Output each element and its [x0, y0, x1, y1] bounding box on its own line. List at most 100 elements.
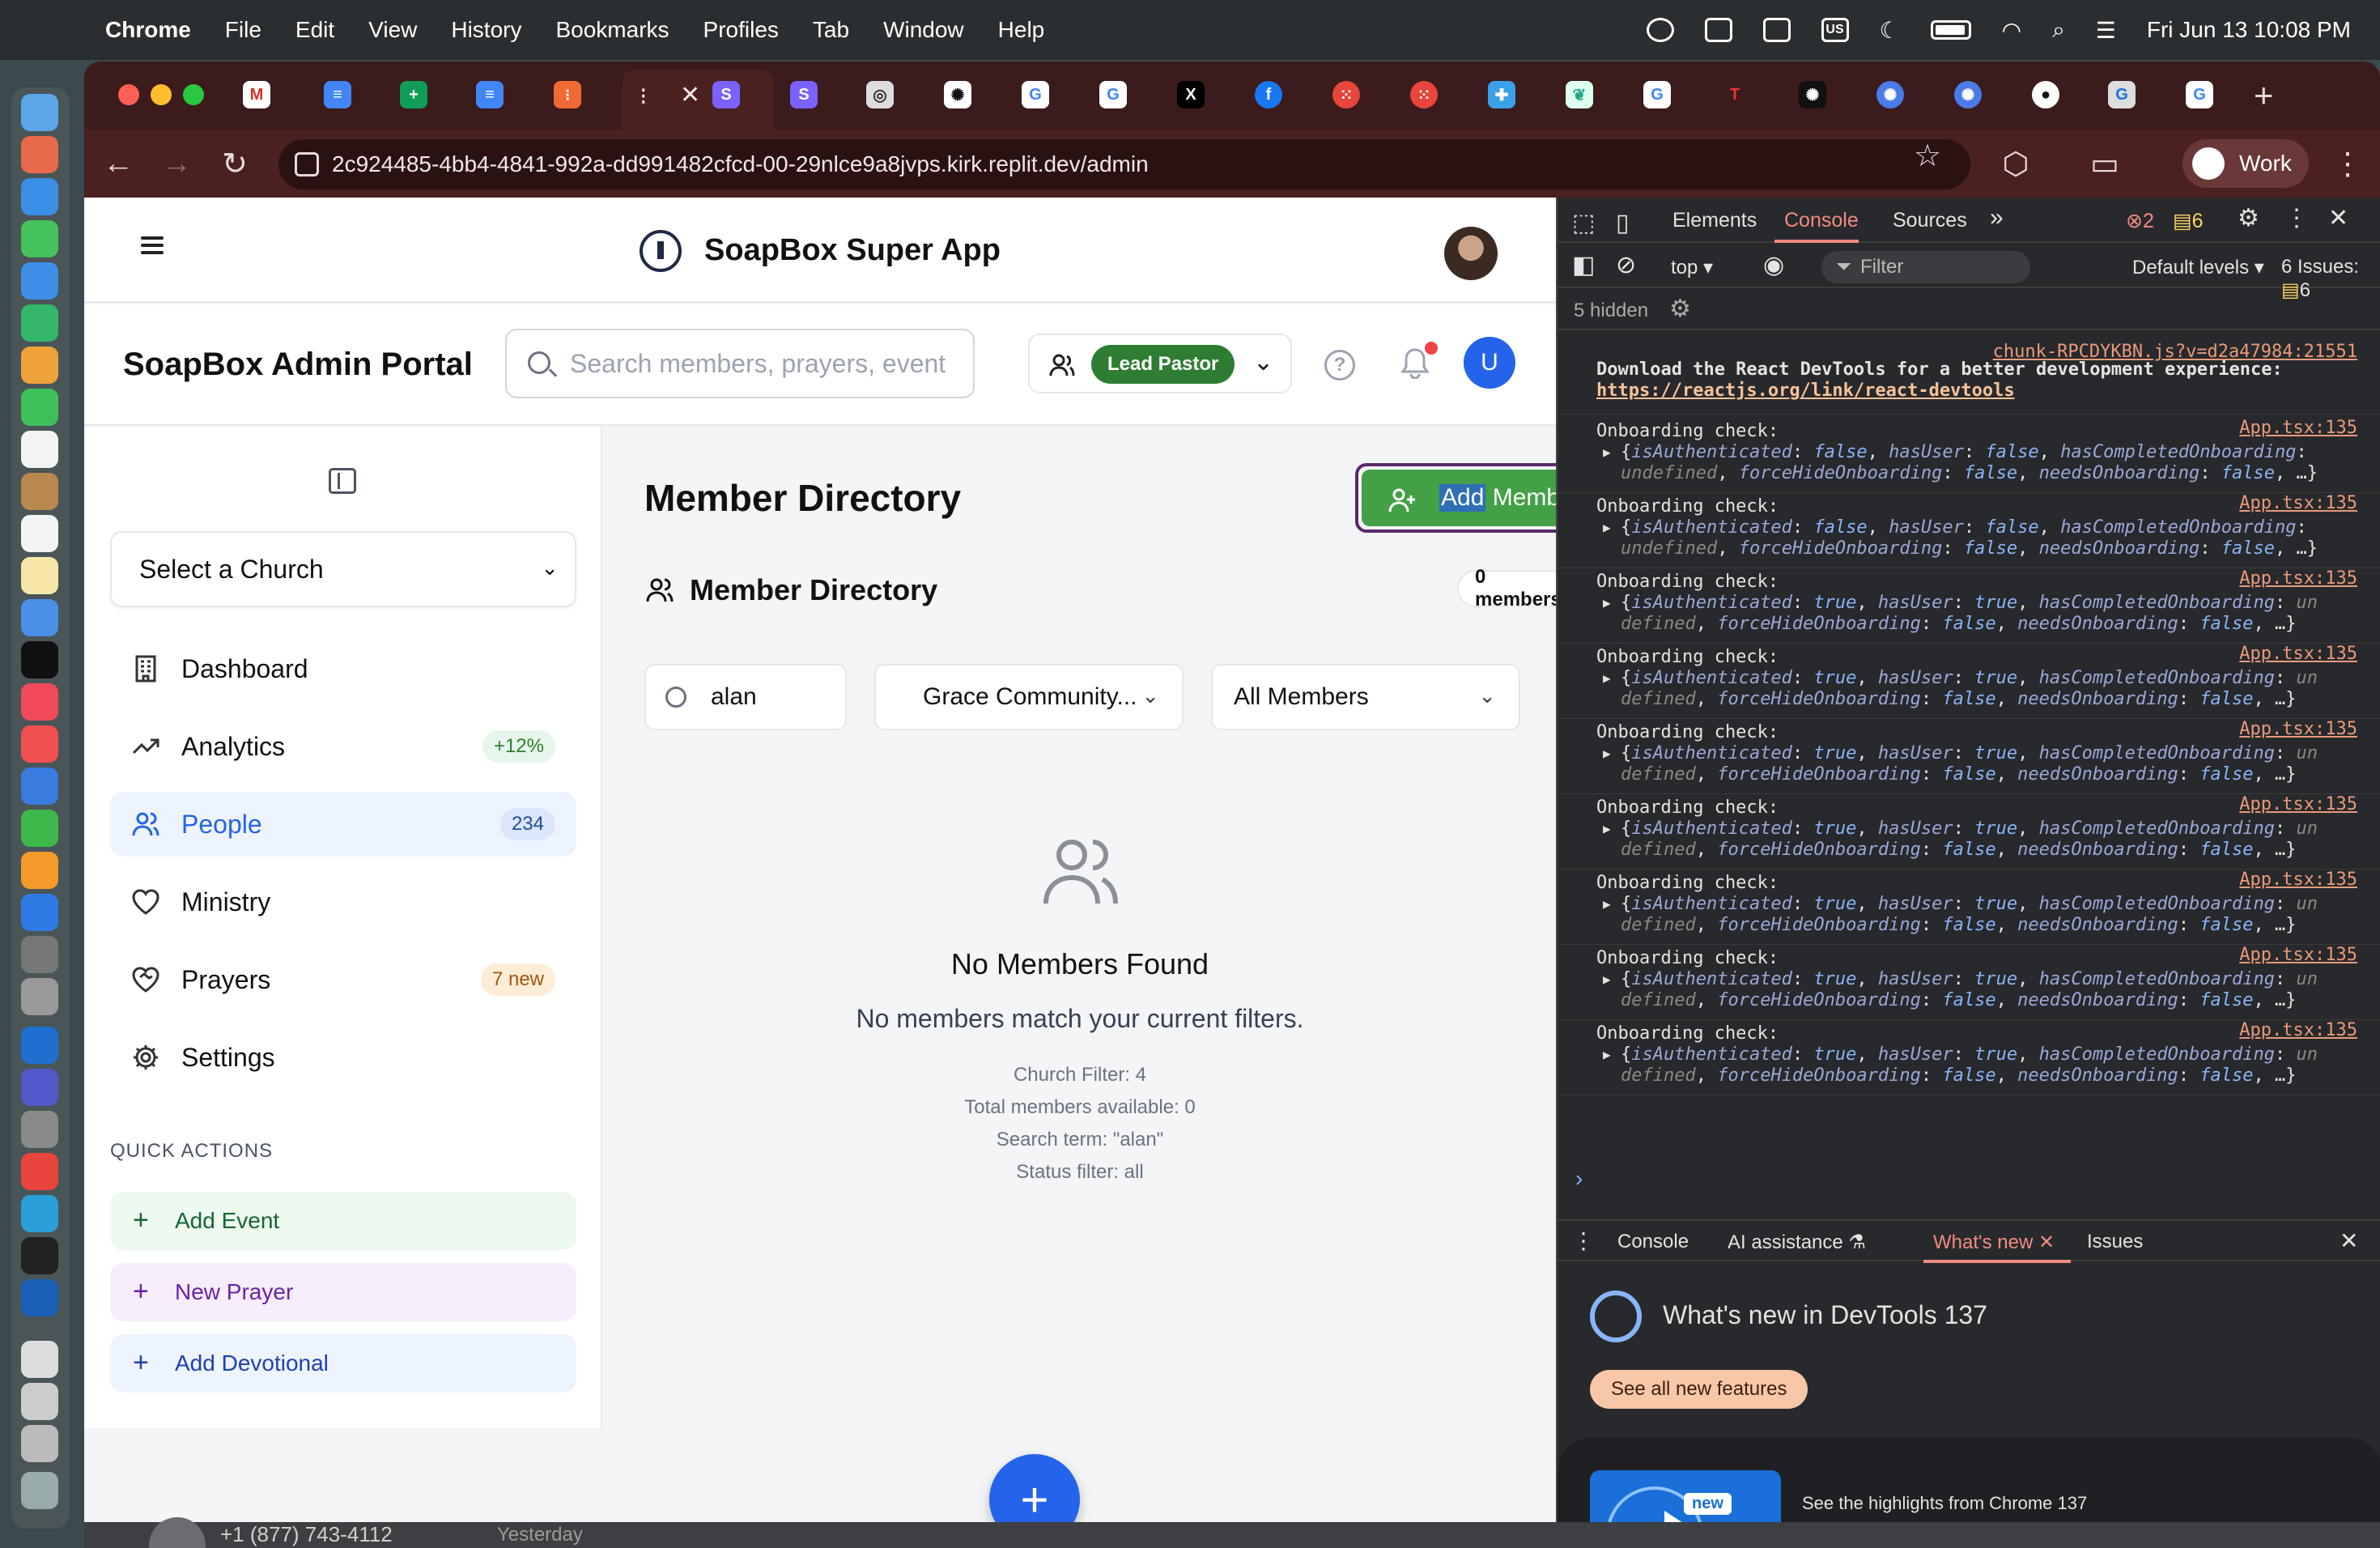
close-window-button[interactable] [118, 84, 139, 105]
chrome-menu-icon[interactable]: ⋮ [2327, 142, 2369, 185]
console-source-link[interactable]: App.tsx:135 [2239, 568, 2357, 589]
maps-icon[interactable] [21, 304, 58, 342]
screen-share-icon[interactable] [1704, 18, 1732, 42]
live-expression-eye-icon[interactable]: ◉ [1763, 251, 1784, 279]
console-log-object[interactable]: ▶ {isAuthenticated: true, hasUser: true, … [1558, 894, 2380, 915]
console-log-object[interactable]: ▶ {isAuthenticated: false, hasUser: false… [1558, 442, 2380, 463]
app-store-icon[interactable] [21, 894, 58, 931]
tab-tesla-icon[interactable]: T [1721, 81, 1749, 108]
add-devotional-button[interactable]: + Add Devotional [110, 1334, 576, 1393]
menu-view[interactable]: View [368, 17, 417, 43]
console-log-row[interactable]: App.tsx:135 Onboarding check: ▶ {isAuthenti… [1558, 1020, 2380, 1095]
console-source-link[interactable]: App.tsx:135 [2239, 945, 2357, 966]
tab-google-icon-3[interactable]: G [1643, 81, 1671, 108]
expand-triangle-icon[interactable]: ▶ [1603, 743, 1611, 764]
church-filter-select[interactable]: Grace Community... ⌄ [874, 664, 1184, 730]
tab-google-icon-2[interactable]: G [1099, 81, 1127, 108]
safari-icon[interactable] [21, 178, 58, 215]
console-log-object[interactable]: ▶ {isAuthenticated: true, hasUser: true, … [1558, 819, 2380, 840]
console-filter-input[interactable]: ⏷ Filter [1821, 251, 2030, 283]
expand-triangle-icon[interactable]: ▶ [1603, 1044, 1611, 1065]
warning-count[interactable]: ▤6 [2173, 209, 2204, 233]
messages-icon[interactable] [21, 220, 58, 257]
tab-gmail-icon[interactable]: M [243, 81, 270, 108]
drawer-close-icon[interactable]: ✕ [2340, 1227, 2358, 1254]
tab-chrome-icon[interactable]: ◎ [866, 81, 894, 108]
expand-triangle-icon[interactable]: ▶ [1603, 593, 1611, 614]
tab-red-app-icon[interactable]: ⁙ [1332, 81, 1360, 108]
error-count[interactable]: ⊗2 [2126, 209, 2154, 233]
calendar-icon[interactable] [21, 431, 58, 468]
console-log-row[interactable]: App.tsx:135 Onboarding check: ▶ {isAuthenti… [1558, 870, 2380, 945]
document-icon[interactable] [21, 1341, 58, 1378]
input-source-icon[interactable]: US [1821, 18, 1849, 42]
profile-button[interactable]: Work [2182, 139, 2309, 188]
sidebar-item-prayers[interactable]: Prayers 7 new [110, 947, 576, 1012]
numbers-icon[interactable] [21, 810, 58, 847]
tab-elements[interactable]: Elements [1672, 209, 1757, 232]
trash-icon[interactable] [21, 1472, 58, 1509]
console-log-object[interactable]: ▶ {isAuthenticated: true, hasUser: true, … [1558, 743, 2380, 764]
notes-icon[interactable] [21, 557, 58, 594]
tab-stripe-icon[interactable]: S [712, 81, 740, 108]
tab-replit-icon[interactable]: ⁝ [554, 81, 581, 108]
console-message[interactable]: chunk-RPCDYKBN.js?v=d2a47984:21551 Downl… [1558, 342, 2380, 415]
menu-profiles[interactable]: Profiles [703, 17, 779, 43]
reminders-icon[interactable] [21, 515, 58, 552]
user-avatar[interactable]: U [1464, 337, 1515, 389]
more-tabs-icon[interactable]: » [1990, 204, 2004, 232]
battery-icon[interactable] [1930, 20, 1971, 40]
drawer-menu-icon[interactable]: ⋮ [1572, 1227, 1595, 1254]
console-log-object[interactable]: ▶ {isAuthenticated: true, hasUser: true, … [1558, 593, 2380, 614]
tab-google-icon[interactable]: G [1022, 81, 1049, 108]
chrome-dock-icon[interactable] [21, 1153, 58, 1190]
member-search-input[interactable]: alan [644, 664, 847, 730]
console-source-link[interactable]: App.tsx:135 [2239, 1020, 2357, 1041]
devtools-close-icon[interactable]: ✕ [2328, 204, 2348, 232]
cast-icon[interactable]: ▭ [2084, 142, 2126, 185]
terminal-icon[interactable] [21, 1237, 58, 1274]
menu-history[interactable]: History [451, 17, 521, 43]
iphone-mirroring-icon[interactable] [21, 978, 58, 1015]
sidebar-item-ministry[interactable]: Ministry [110, 870, 576, 934]
mail-icon[interactable] [21, 262, 58, 300]
devtools-menu-icon[interactable]: ⋮ [2284, 204, 2309, 232]
tab-sheets-icon[interactable]: + [400, 81, 427, 108]
utility-app-icon[interactable] [21, 1111, 58, 1148]
add-member-button[interactable]: Add Member [1355, 463, 1556, 533]
teams-icon[interactable] [21, 1069, 58, 1106]
menu-app-name[interactable]: Chrome [105, 17, 191, 43]
music-icon[interactable] [21, 683, 58, 721]
system-settings-icon[interactable] [21, 936, 58, 973]
console-log-row[interactable]: App.tsx:135 Onboarding check: ▶ {isAuthenti… [1558, 945, 2380, 1020]
freeform-icon[interactable] [21, 599, 58, 636]
user-profile-photo[interactable] [1444, 227, 1498, 280]
expand-triangle-icon[interactable]: ▶ [1603, 969, 1611, 990]
menu-edit[interactable]: Edit [295, 17, 334, 43]
tab-blue-icon[interactable]: ✺ [1876, 81, 1904, 108]
console-log-row[interactable]: App.tsx:135 Onboarding check: ▶ {isAuthenti… [1558, 794, 2380, 870]
sidebar-item-analytics[interactable]: Analytics +12% [110, 714, 576, 779]
tab-docs-icon-2[interactable]: ≡ [476, 81, 504, 108]
log-levels-select[interactable]: Default levels ▾ [2132, 256, 2264, 279]
console-source-link[interactable]: App.tsx:135 [2239, 418, 2357, 439]
new-prayer-button[interactable]: + New Prayer [110, 1263, 576, 1321]
extension-status-icon[interactable] [1762, 18, 1791, 42]
console-source-link[interactable]: App.tsx:135 [2239, 644, 2357, 665]
photos-icon[interactable] [21, 347, 58, 384]
console-log-row[interactable]: App.tsx:135 Onboarding check: ▶ {isAuthenti… [1558, 493, 2380, 568]
forward-arrow-icon[interactable]: → [155, 142, 198, 185]
focus-moon-icon[interactable]: ☾ [1880, 17, 1900, 44]
tab-docs-icon[interactable]: ≡ [324, 81, 351, 108]
tab-puzzle-icon[interactable]: ✚ [1488, 81, 1515, 108]
devtools-settings-icon[interactable]: ⚙ [2238, 204, 2259, 232]
console-log-row[interactable]: App.tsx:135 Onboarding check: ▶ {isAuthenti… [1558, 644, 2380, 719]
downloads-stack-icon[interactable] [21, 1383, 58, 1420]
context-select[interactable]: top ▾ [1671, 256, 1713, 279]
sidebar-item-settings[interactable]: Settings [110, 1025, 576, 1090]
tab-red-app-icon-2[interactable]: ⁙ [1410, 81, 1438, 108]
expand-triangle-icon[interactable]: ▶ [1603, 442, 1611, 463]
drawer-tab-whats-new[interactable]: What's new ✕ [1933, 1231, 2055, 1254]
apple-tv-icon[interactable] [21, 641, 58, 678]
expand-triangle-icon[interactable]: ▶ [1603, 894, 1611, 915]
